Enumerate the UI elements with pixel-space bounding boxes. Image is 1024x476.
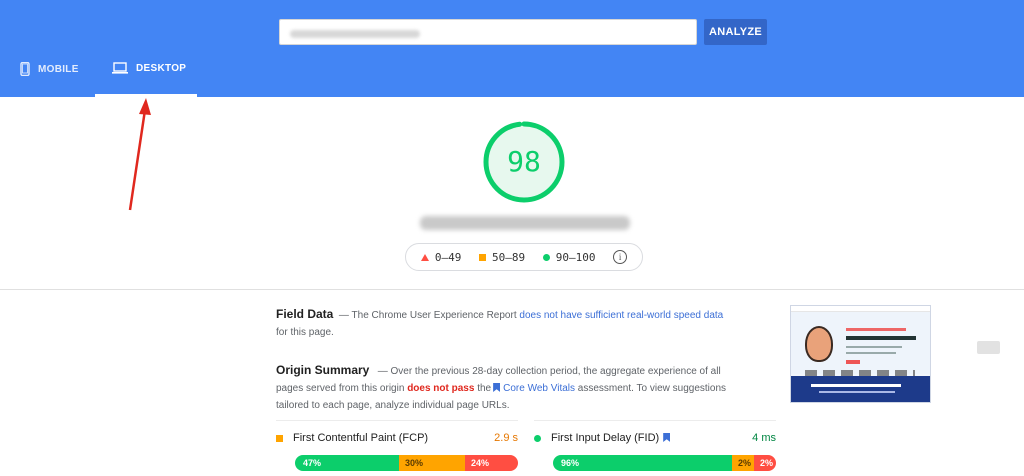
good-circle-icon (534, 434, 541, 442)
tab-mobile-label: MOBILE (38, 64, 79, 75)
metric-fcp: First Contentful Paint (FCP) 2.9 s 47% 3… (276, 420, 518, 476)
page-screenshot-thumbnail (790, 305, 931, 403)
score-legend: 0–49 50–89 90–100 i (405, 243, 643, 271)
bookmark-icon (663, 433, 671, 442)
performance-score: 98 (507, 145, 541, 178)
analyze-button[interactable]: ANALYZE (704, 19, 767, 45)
fcp-poor-segment: 24% (465, 455, 518, 471)
average-square-icon (276, 434, 283, 442)
metric-fid-value: 4 ms (752, 432, 776, 444)
fid-good-segment: 96% (553, 455, 732, 471)
fcp-average-segment: 30% (399, 455, 465, 471)
legend-poor: 0–49 (420, 251, 461, 264)
fcp-distribution-bar: 47% 30% 24% (295, 455, 518, 471)
legend-average: 50–89 (478, 251, 525, 264)
top-bar: ANALYZE MOBILE DESKTOP (0, 0, 1024, 97)
info-icon[interactable]: i (613, 250, 628, 264)
field-data-link[interactable]: does not have sufficient real-world spee… (519, 310, 723, 321)
core-web-vitals-link[interactable]: Core Web Vitals (503, 383, 575, 394)
tab-desktop[interactable]: DESKTOP (112, 62, 186, 97)
square-icon (478, 253, 486, 261)
tab-desktop-label: DESKTOP (136, 63, 187, 74)
origin-summary-section: Origin Summary — Over the previous 28-da… (276, 363, 727, 411)
assessment-fail-text: does not pass (407, 383, 475, 394)
fcp-good-segment: 47% (295, 455, 399, 471)
fid-average-segment: 2% (732, 455, 754, 471)
origin-summary-title: Origin Summary (276, 363, 370, 377)
laptop-icon (112, 62, 128, 77)
fid-poor-segment: 2% (754, 455, 776, 471)
triangle-icon (420, 253, 429, 261)
metric-fcp-value: 2.9 s (494, 432, 518, 444)
field-data-text: The Chrome User Experience Report (351, 310, 517, 321)
metric-fcp-name: First Contentful Paint (FCP) (293, 432, 429, 444)
phone-icon (20, 61, 30, 79)
blurred-url (290, 29, 420, 38)
fid-distribution-bar: 96% 2% 2% (553, 455, 776, 471)
annotation-arrow (128, 98, 151, 211)
blurred-tag (977, 341, 1000, 354)
performance-score-gauge: 98 (482, 120, 566, 204)
metric-fid: First Input Delay (FID) 4 ms 96% 2% 2% (534, 420, 776, 476)
tab-mobile[interactable]: MOBILE (20, 61, 79, 97)
url-input[interactable] (279, 19, 697, 45)
metric-fid-name: First Input Delay (FID) (551, 432, 660, 444)
field-data-title: Field Data (276, 307, 334, 321)
legend-good: 90–100 (542, 251, 596, 264)
circle-icon (542, 253, 550, 261)
blurred-page-url (420, 216, 630, 230)
section-divider (0, 289, 1024, 290)
bookmark-icon (493, 383, 501, 392)
field-data-section: Field Data — The Chrome User Experience … (276, 307, 724, 338)
